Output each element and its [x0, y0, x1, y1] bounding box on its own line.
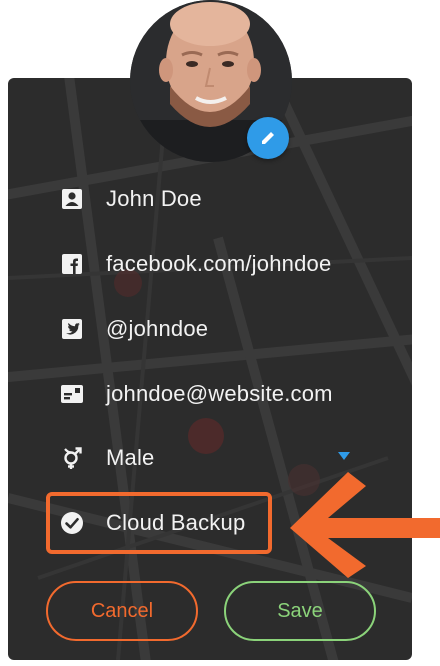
twitter-icon [60, 317, 84, 341]
edit-avatar-button[interactable] [247, 117, 289, 159]
facebook-icon [60, 252, 84, 276]
gender-icon [60, 446, 84, 470]
person-card-icon [60, 187, 84, 211]
gender-select[interactable]: Male [60, 438, 155, 478]
gender-value: Male [106, 445, 155, 470]
facebook-value: facebook.com/johndoe [106, 251, 332, 276]
save-button[interactable]: Save [224, 581, 376, 641]
avatar-container [130, 0, 292, 162]
highlight-box [46, 492, 272, 554]
name-field[interactable]: John Doe [60, 179, 202, 219]
cancel-button[interactable]: Cancel [46, 581, 198, 641]
twitter-field[interactable]: @johndoe [60, 309, 208, 349]
pencil-icon [262, 130, 276, 144]
contact-card-icon [60, 382, 84, 406]
facebook-field[interactable]: facebook.com/johndoe [60, 244, 331, 284]
pointer-arrow-icon [290, 472, 440, 578]
chevron-down-icon[interactable] [338, 452, 350, 460]
email-field[interactable]: johndoe@website.com [60, 374, 333, 414]
email-value: johndoe@website.com [106, 381, 333, 406]
name-value: John Doe [106, 186, 202, 211]
twitter-value: @johndoe [106, 316, 209, 341]
